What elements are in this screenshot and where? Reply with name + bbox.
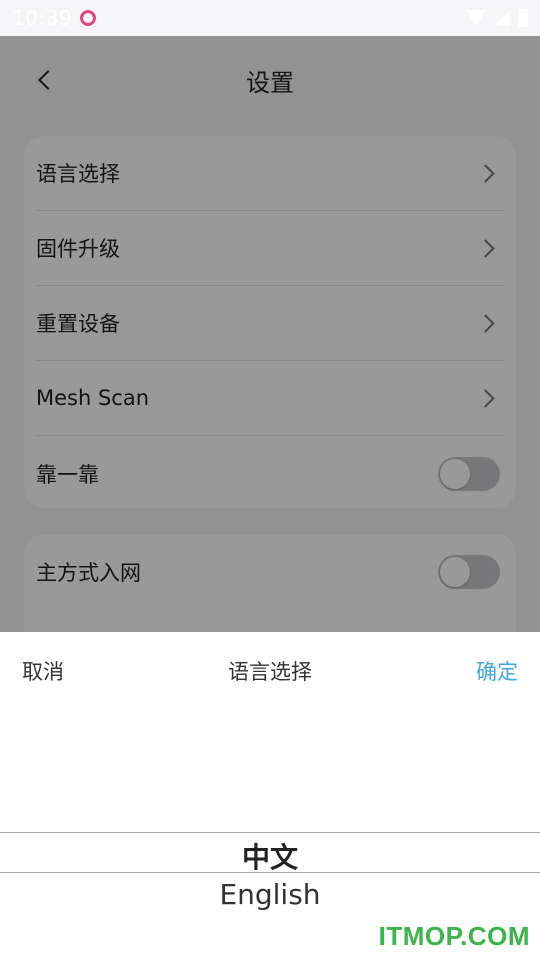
wifi-icon (466, 10, 486, 26)
language-picker-sheet: 取消 语言选择 确定 中文 English ITMOP.COM (0, 632, 540, 960)
watermark-logo: ITMOP.COM (378, 921, 530, 951)
picker-option[interactable]: English (0, 878, 540, 911)
sheet-title: 语言选择 (228, 660, 312, 684)
battery-icon (518, 9, 528, 27)
picker-divider (0, 832, 540, 833)
status-bar: 10:39 (0, 0, 540, 36)
status-icons (466, 9, 528, 27)
status-time: 10:39 (12, 6, 73, 30)
cancel-button[interactable]: 取消 (22, 656, 64, 686)
confirm-button[interactable]: 确定 (476, 656, 518, 686)
app-notification-icon (80, 10, 97, 26)
picker-option-selected[interactable]: 中文 (0, 836, 540, 876)
sheet-header: 取消 语言选择 确定 (0, 632, 540, 710)
signal-icon (494, 10, 510, 26)
